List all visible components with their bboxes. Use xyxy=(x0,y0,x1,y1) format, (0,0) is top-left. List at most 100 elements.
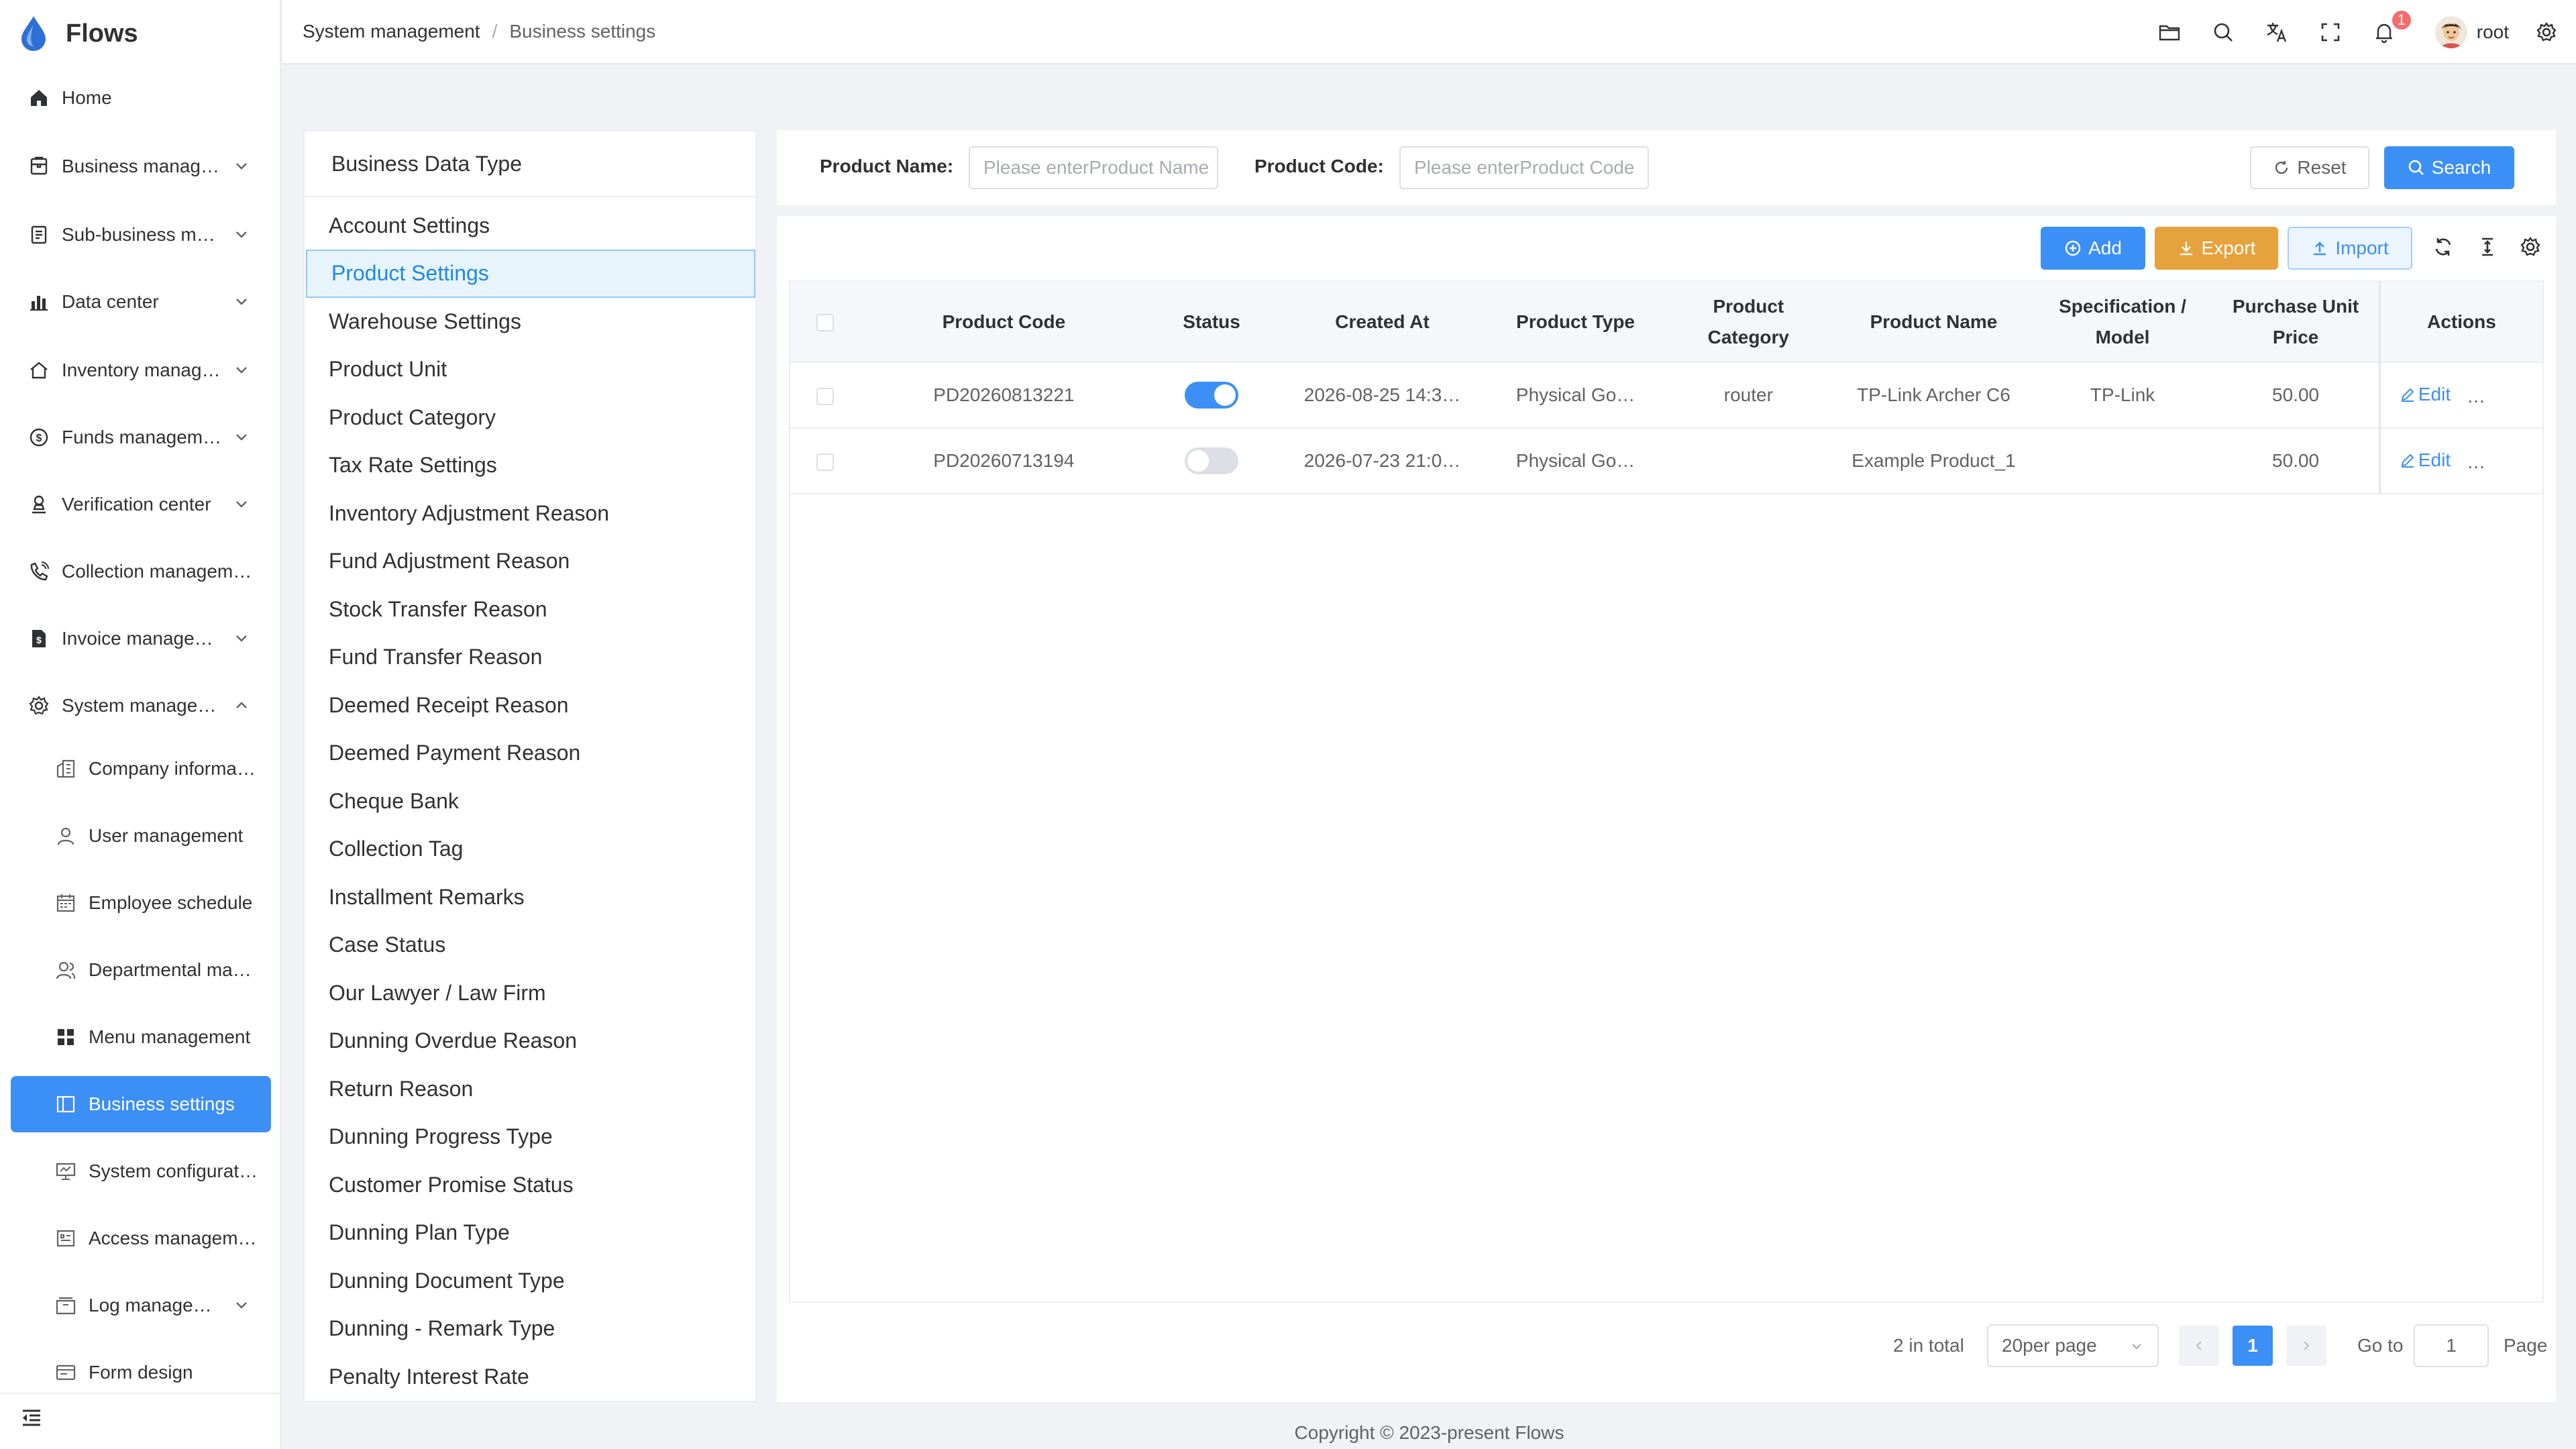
sidebar-subitem-log-management[interactable]: Log manage… xyxy=(11,1277,271,1334)
sidebar: Flows Home Business manag… Sub-business … xyxy=(0,0,281,1449)
goto-page-input[interactable]: 1 xyxy=(2414,1324,2489,1367)
row-checkbox[interactable] xyxy=(816,453,834,471)
business-data-type-item[interactable]: Return Reason xyxy=(305,1065,755,1113)
next-page-button[interactable] xyxy=(2286,1326,2326,1366)
sidebar-item-funds-management[interactable]: $ Funds managem… xyxy=(11,409,271,466)
folder-icon[interactable] xyxy=(2156,19,2183,46)
sidebar-item-label: Form design xyxy=(89,1362,193,1383)
sidebar-item-collection-management[interactable]: Collection managem… xyxy=(11,543,271,600)
search-icon[interactable] xyxy=(2210,19,2237,46)
sidebar-item-invoice-management[interactable]: $ Invoice manage… xyxy=(11,610,271,667)
sidebar-subitem-departmental-management[interactable]: Departmental ma… xyxy=(11,942,271,998)
sidebar-item-home[interactable]: Home xyxy=(11,70,271,126)
refresh-table-icon[interactable] xyxy=(2431,235,2455,259)
business-data-type-item[interactable]: Product Unit xyxy=(305,345,755,394)
business-data-type-item[interactable]: Dunning Document Type xyxy=(305,1256,755,1305)
sidebar-item-sub-business[interactable]: Sub-business m… xyxy=(11,207,271,263)
book-icon xyxy=(54,1092,78,1116)
column-header-status[interactable]: Status xyxy=(1147,282,1276,363)
edit-button[interactable]: Edit xyxy=(2400,384,2451,405)
grid-icon xyxy=(54,1025,78,1049)
column-header-product-type[interactable]: Product Type xyxy=(1489,282,1662,363)
sidebar-subitem-access-management[interactable]: Access managem… xyxy=(11,1210,271,1267)
sidebar-item-label: Collection managem… xyxy=(62,561,252,582)
select-all-checkbox-cell xyxy=(790,282,860,363)
top-header: System management / Business settings 1 … xyxy=(282,0,2576,64)
business-data-type-item[interactable]: Our Lawyer / Law Firm xyxy=(305,969,755,1017)
business-data-type-item[interactable]: Customer Promise Status xyxy=(305,1161,755,1209)
column-header-created-at[interactable]: Created At xyxy=(1275,282,1489,363)
page-size-select[interactable]: 20per page xyxy=(1987,1324,2159,1367)
column-header-specification-model[interactable]: Specification / Model xyxy=(2032,282,2213,363)
notification-badge: 1 xyxy=(2390,9,2412,31)
settings-gear-icon[interactable] xyxy=(2533,19,2560,46)
column-height-icon[interactable] xyxy=(2475,235,2500,259)
export-button[interactable]: Export xyxy=(2155,227,2278,270)
business-data-type-item[interactable]: Deemed Payment Reason xyxy=(305,729,755,777)
breadcrumb-item-system-management[interactable]: System management xyxy=(303,21,480,42)
sidebar-item-inventory-management[interactable]: Inventory manag… xyxy=(11,342,271,398)
sidebar-item-label: Inventory manag… xyxy=(62,360,221,380)
sidebar-subitem-menu-management[interactable]: Menu management xyxy=(11,1009,271,1065)
business-data-type-item[interactable]: Tax Rate Settings xyxy=(305,441,755,490)
business-data-type-item[interactable]: Case Status xyxy=(305,921,755,969)
sidebar-collapse-button[interactable] xyxy=(20,1406,43,1429)
business-data-type-item[interactable]: Installment Remarks xyxy=(305,873,755,921)
sidebar-subitem-employee-schedule[interactable]: Employee schedule xyxy=(11,875,271,931)
row-checkbox[interactable] xyxy=(816,387,834,405)
chevron-up-icon xyxy=(236,702,247,708)
panel-title: Business Data Type xyxy=(305,131,755,197)
import-button[interactable]: Import xyxy=(2288,227,2412,270)
notification-bell-icon[interactable]: 1 xyxy=(2371,9,2412,46)
business-data-type-item[interactable]: Dunning Progress Type xyxy=(305,1113,755,1161)
logo[interactable]: Flows xyxy=(17,15,138,52)
page-number-current[interactable]: 1 xyxy=(2233,1326,2273,1366)
column-header-purchase-unit-price[interactable]: Purchase Unit Price xyxy=(2212,282,2380,363)
add-button[interactable]: Add xyxy=(2041,227,2145,270)
search-button[interactable]: Search xyxy=(2384,146,2514,189)
business-data-type-item[interactable]: Fund Transfer Reason xyxy=(305,633,755,682)
status-toggle[interactable] xyxy=(1185,382,1239,409)
business-data-type-item[interactable]: Penalty Interest Rate xyxy=(305,1352,755,1401)
user-menu[interactable]: root xyxy=(2434,16,2509,48)
sidebar-subitem-system-configuration[interactable]: System configurat… xyxy=(11,1143,271,1199)
business-data-type-item[interactable]: Product Category xyxy=(305,393,755,441)
status-toggle[interactable] xyxy=(1185,447,1239,474)
column-header-product-category[interactable]: Product Category xyxy=(1662,282,1835,363)
sidebar-item-business-management[interactable]: Business manag… xyxy=(11,138,271,195)
business-data-type-item[interactable]: Warehouse Settings xyxy=(305,297,755,345)
business-data-type-item[interactable]: Inventory Adjustment Reason xyxy=(305,489,755,537)
column-header-product-name[interactable]: Product Name xyxy=(1835,282,2033,363)
sidebar-item-verification-center[interactable]: Verification center xyxy=(11,476,271,533)
business-data-type-item[interactable]: Dunning - Remark Type xyxy=(305,1305,755,1353)
product-name-input[interactable]: Please enterProduct Name xyxy=(969,146,1218,189)
edit-button[interactable]: Edit xyxy=(2400,449,2451,471)
sidebar-subitem-user-management[interactable]: User management xyxy=(11,808,271,864)
business-data-type-item[interactable]: Dunning Overdue Reason xyxy=(305,1017,755,1065)
business-data-type-item[interactable]: Collection Tag xyxy=(305,825,755,873)
business-data-type-item[interactable]: Dunning Plan Type xyxy=(305,1209,755,1257)
business-data-type-item[interactable]: Deemed Receipt Reason xyxy=(305,681,755,729)
chevron-down-icon xyxy=(2132,1344,2141,1350)
business-data-type-item[interactable]: Cheque Bank xyxy=(305,777,755,825)
business-data-type-item[interactable]: Product Settings xyxy=(306,249,755,298)
reset-button[interactable]: Reset xyxy=(2250,146,2369,189)
sidebar-item-data-center[interactable]: Data center xyxy=(11,274,271,330)
sidebar-item-system-management[interactable]: System manage… xyxy=(11,678,271,734)
sidebar-subitem-company-information[interactable]: Company informa… xyxy=(11,741,271,797)
select-all-checkbox[interactable] xyxy=(816,314,834,332)
document-icon xyxy=(27,223,51,247)
business-data-type-item[interactable]: Account Settings xyxy=(305,201,755,250)
business-data-type-item[interactable]: Fund Adjustment Reason xyxy=(305,537,755,586)
column-header-product-code[interactable]: Product Code xyxy=(859,282,1148,363)
building-icon xyxy=(54,757,78,781)
pagination-total: 2 in total xyxy=(1893,1335,1964,1356)
business-data-type-item[interactable]: Stock Transfer Reason xyxy=(305,585,755,633)
column-settings-icon[interactable] xyxy=(2518,235,2542,259)
fullscreen-icon[interactable] xyxy=(2317,19,2344,46)
sidebar-subitem-business-settings[interactable]: Business settings xyxy=(11,1076,271,1132)
translate-icon[interactable] xyxy=(2263,19,2290,46)
product-code-input[interactable]: Please enterProduct Code xyxy=(1399,146,1649,189)
prev-page-button[interactable] xyxy=(2179,1326,2219,1366)
cell-product-category: router xyxy=(1662,362,1835,429)
